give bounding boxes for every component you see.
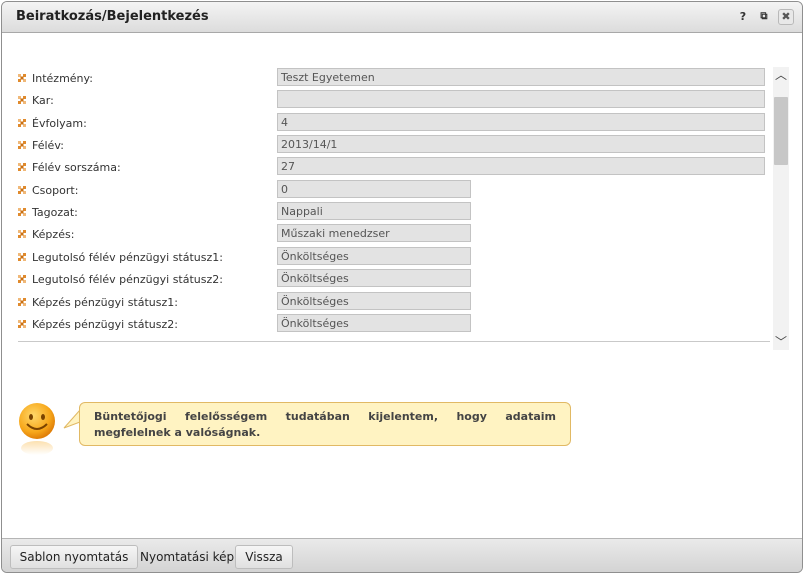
field-label: Tagozat: bbox=[32, 206, 78, 219]
form-row: Legutolsó félév pénzügyi státusz1: Önkölt… bbox=[18, 247, 770, 269]
readonly-field: Műszaki menedzser bbox=[277, 224, 471, 242]
field-label: Képzés: bbox=[32, 228, 75, 241]
field-label: Félév sorszáma: bbox=[32, 161, 121, 174]
readonly-field: 4 bbox=[277, 113, 765, 131]
bullet-icon bbox=[18, 186, 26, 194]
field-label: Képzés pénzügyi státusz2: bbox=[32, 318, 178, 331]
close-icon[interactable]: ✖ bbox=[778, 9, 794, 25]
dialog-window: Beiratkozás/Bejelentkezés ? ⧉ ✖ Intézmén… bbox=[1, 1, 803, 573]
form-row: Képzés pénzügyi státusz1: Önköltséges bbox=[18, 292, 770, 314]
field-label: Intézmény: bbox=[32, 72, 93, 85]
field-label: Legutolsó félév pénzügyi státusz1: bbox=[32, 251, 223, 264]
help-icon[interactable]: ? bbox=[736, 10, 750, 24]
dialog-title: Beiratkozás/Bejelentkezés bbox=[16, 9, 209, 24]
readonly-field: 27 bbox=[277, 157, 765, 175]
readonly-field: Önköltséges bbox=[277, 269, 471, 287]
readonly-field: 0 bbox=[277, 180, 471, 198]
bullet-icon bbox=[18, 74, 26, 82]
readonly-field bbox=[277, 90, 765, 108]
readonly-field: Önköltséges bbox=[277, 292, 471, 310]
form-row: Kar: bbox=[18, 90, 770, 112]
form-row: Legutolsó félév pénzügyi státusz2: Önkölt… bbox=[18, 269, 770, 291]
popout-icon[interactable]: ⧉ bbox=[757, 10, 771, 24]
field-label: Kar: bbox=[32, 94, 54, 107]
print-preview-button[interactable]: Nyomtatási kép bbox=[139, 545, 235, 569]
bullet-icon bbox=[18, 96, 26, 104]
titlebar: Beiratkozás/Bejelentkezés ? ⧉ ✖ bbox=[2, 2, 802, 33]
field-label: Legutolsó félév pénzügyi státusz2: bbox=[32, 273, 223, 286]
form-row: Képzés: Műszaki menedzser bbox=[18, 224, 770, 246]
readonly-field: Önköltséges bbox=[277, 247, 471, 265]
field-label: Félév: bbox=[32, 139, 64, 152]
form-row: Félév: 2013/14/1 bbox=[18, 135, 770, 157]
readonly-field: Teszt Egyetemen bbox=[277, 68, 765, 86]
bullet-icon bbox=[18, 275, 26, 283]
bullet-icon bbox=[18, 253, 26, 261]
form-row: Képzés pénzügyi státusz2: Önköltséges bbox=[18, 314, 770, 336]
scroll-up-icon[interactable]: ︿ bbox=[773, 67, 789, 83]
declaration-notice: Büntetőjogi felelősségem tudatában kijel… bbox=[79, 402, 571, 446]
form-row: Intézmény: Teszt Egyetemen bbox=[18, 68, 770, 90]
form-divider bbox=[18, 341, 770, 342]
bullet-icon bbox=[18, 119, 26, 127]
form-row: Tagozat: Nappali bbox=[18, 202, 770, 224]
bullet-icon bbox=[18, 230, 26, 238]
button-bar: Sablon nyomtatás Nyomtatási kép Vissza bbox=[2, 538, 802, 572]
bullet-icon bbox=[18, 141, 26, 149]
readonly-field: 2013/14/1 bbox=[277, 135, 765, 153]
scroll-thumb[interactable] bbox=[774, 97, 788, 165]
readonly-field: Önköltséges bbox=[277, 314, 471, 332]
field-label: Képzés pénzügyi státusz1: bbox=[32, 296, 178, 309]
readonly-field: Nappali bbox=[277, 202, 471, 220]
scroll-down-icon[interactable]: ﹀ bbox=[773, 334, 789, 350]
template-print-button[interactable]: Sablon nyomtatás bbox=[10, 545, 138, 569]
form-row: Csoport: 0 bbox=[18, 180, 770, 202]
back-button[interactable]: Vissza bbox=[235, 545, 293, 569]
field-label: Csoport: bbox=[32, 184, 79, 197]
form-row: Félév sorszáma: 27 bbox=[18, 157, 770, 179]
form-row: Évfolyam: 4 bbox=[18, 113, 770, 135]
smiley-icon bbox=[19, 403, 55, 455]
field-label: Évfolyam: bbox=[32, 117, 87, 130]
bullet-icon bbox=[18, 208, 26, 216]
bullet-icon bbox=[18, 163, 26, 171]
bullet-icon bbox=[18, 320, 26, 328]
bullet-icon bbox=[18, 298, 26, 306]
dialog-content: Intézmény: Teszt Egyetemen Kar: Évfolyam: 4 F… bbox=[2, 34, 802, 539]
vertical-scrollbar[interactable]: ︿ ﹀ bbox=[773, 67, 789, 350]
